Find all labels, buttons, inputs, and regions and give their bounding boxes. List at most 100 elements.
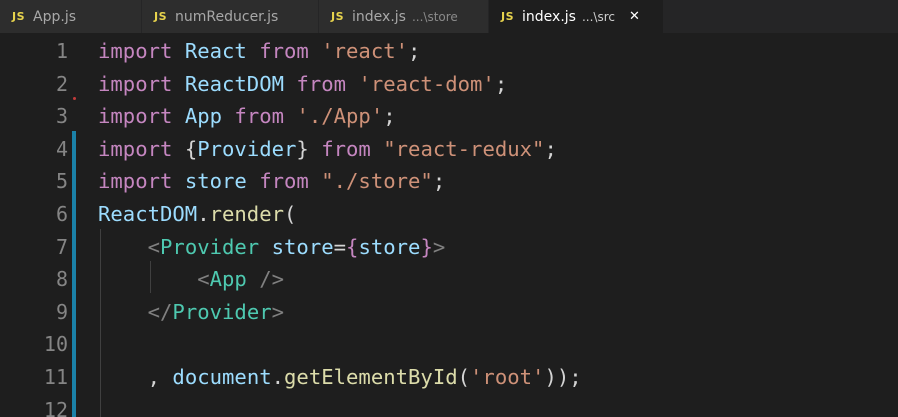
code-line[interactable]: 3 import App from './App'; [0, 100, 898, 133]
code-line[interactable]: 12 [0, 394, 898, 417]
code-token: 'root' [470, 365, 545, 389]
javascript-file-icon: JS [331, 10, 345, 23]
editor-tab-bar: JS App.js JS numReducer.js JS index.js ...\sto… [0, 0, 898, 33]
code-token: Provider [197, 136, 297, 161]
code-line[interactable]: 9 </Provider> [0, 296, 898, 329]
code-token: . [271, 365, 285, 389]
code-token: , [147, 365, 173, 389]
code-line[interactable]: 7 <Provider store={store}> [0, 231, 898, 264]
code-text: import {Provider} from "react-redux"; [98, 133, 557, 166]
code-token: from [259, 39, 309, 63]
code-token: from [234, 104, 285, 129]
tab-numreducer-js[interactable]: JS numReducer.js [142, 0, 319, 33]
tab-index-js-2[interactable]: JS index.js ...\store [319, 0, 489, 33]
code-text: import ReactDOM from 'react-dom'; [98, 68, 507, 101]
javascript-file-icon: JS [501, 10, 515, 23]
code-token: from [259, 169, 309, 194]
code-line[interactable]: 2 import ReactDOM from 'react-dom'; [0, 68, 898, 101]
code-token: ( [457, 365, 471, 389]
line-number: 12 [43, 397, 68, 417]
code-token: ReactDOM [98, 202, 198, 226]
code-token: ReactDOM [184, 71, 285, 96]
code-token: from [321, 136, 371, 161]
code-line[interactable]: 10 [0, 328, 898, 361]
code-token: store [271, 234, 334, 259]
code-text: ReactDOM.render( [98, 198, 296, 231]
line-number: 1 [55, 39, 68, 63]
code-text: <App /> [98, 263, 284, 296]
code-token: App [209, 267, 247, 292]
code-token: Provider [160, 234, 260, 259]
code-token: document [172, 365, 272, 389]
code-token: . [197, 202, 210, 226]
code-token: React [184, 39, 247, 63]
tab-bar-empty-space [664, 0, 898, 33]
code-editor[interactable]: 1 import React from 'react'; 2 import React… [0, 33, 898, 417]
line-number: 4 [55, 136, 68, 161]
tab-app-js[interactable]: JS App.js [0, 0, 142, 33]
line-number: 2 [55, 71, 68, 96]
code-text: , document.getElementById('root')); [98, 361, 582, 394]
code-token: /> [259, 267, 285, 292]
code-token: } [420, 234, 433, 259]
tab-label: index.js [522, 8, 576, 25]
code-line[interactable]: 6 ReactDOM.render( [0, 198, 898, 231]
tab-path-description: ...\store [411, 9, 458, 24]
tab-label: index.js [352, 8, 406, 25]
code-token: } [296, 136, 309, 161]
code-token: ; [494, 71, 508, 96]
tab-index-js-3[interactable]: JS index.js ...\src ✕ [489, 0, 664, 33]
code-token: { [346, 234, 359, 259]
code-token: getElementById [284, 365, 458, 389]
tab-label: numReducer.js [175, 8, 279, 25]
close-icon[interactable]: ✕ [629, 9, 640, 24]
code-text: import App from './App'; [98, 100, 396, 133]
line-number: 6 [55, 202, 68, 226]
code-token: ; [544, 136, 557, 161]
code-text: <Provider store={store}> [98, 231, 446, 264]
code-line[interactable]: 1 import React from 'react'; [0, 35, 898, 68]
javascript-file-icon: JS [154, 10, 168, 23]
code-token: 'react-dom' [358, 71, 495, 96]
code-token: import [98, 104, 173, 129]
line-number: 10 [43, 332, 68, 357]
code-token: render [209, 202, 285, 226]
code-token: )); [544, 365, 582, 389]
code-token: store [358, 234, 421, 259]
code-line[interactable]: 8 <App /> [0, 263, 898, 296]
code-token: from [296, 71, 347, 96]
code-token: import [98, 136, 173, 161]
code-token: < [197, 267, 210, 292]
code-line[interactable]: 5 import store from "./store"; [0, 165, 898, 198]
code-token: import [98, 71, 173, 96]
tab-path-description: ...\src [581, 9, 615, 24]
line-number: 5 [55, 169, 68, 194]
code-token: Provider [172, 299, 272, 324]
code-line[interactable]: 11 , document.getElementById('root')); [0, 361, 898, 394]
code-token: store [184, 169, 247, 194]
code-token: < [147, 234, 161, 259]
code-token: > [432, 234, 446, 259]
code-token: ; [408, 39, 421, 63]
line-number: 7 [55, 234, 68, 259]
code-token: </ [147, 299, 173, 324]
code-token: ; [432, 169, 446, 194]
code-line[interactable]: 4 import {Provider} from "react-redux"; [0, 133, 898, 166]
code-text: import store from "./store"; [98, 165, 445, 198]
code-text: </Provider> [98, 296, 284, 329]
